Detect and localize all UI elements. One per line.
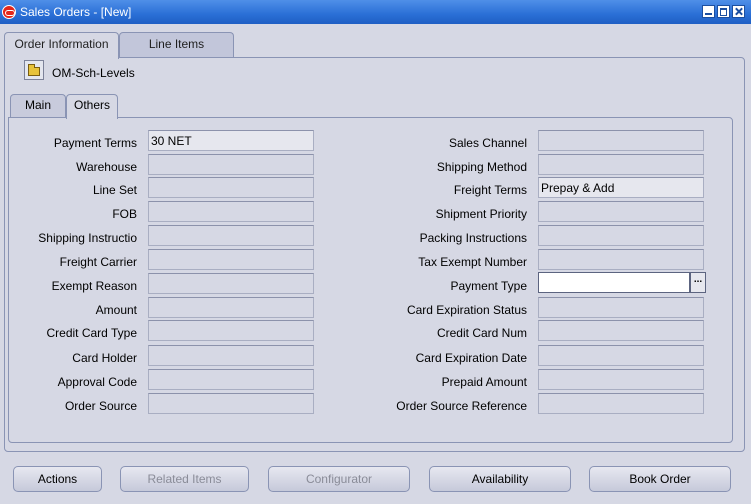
folder-icon: [28, 64, 40, 76]
card-holder-label: Card Holder: [72, 351, 137, 365]
fob-field[interactable]: [148, 201, 314, 222]
fob-label: FOB: [112, 207, 137, 221]
credit-card-num-label: Credit Card Num: [436, 326, 527, 340]
amount-label: Amount: [95, 303, 137, 317]
order-source-reference-label: Order Source Reference: [396, 399, 527, 413]
approval-code-label: Approval Code: [57, 375, 137, 389]
folder-name: OM-Sch-Levels: [52, 66, 135, 80]
shipping-instructions-field[interactable]: [148, 225, 314, 246]
maximize-icon[interactable]: [717, 5, 730, 18]
tax-exempt-number-field[interactable]: [538, 249, 704, 270]
shipment-priority-label: Shipment Priority: [435, 207, 527, 221]
related-items-button[interactable]: Related Items: [120, 466, 249, 492]
packing-instructions-field[interactable]: [538, 225, 704, 246]
order-source-reference-field[interactable]: [538, 393, 704, 414]
exempt-reason-label: Exempt Reason: [51, 279, 137, 293]
freight-terms-label: Freight Terms: [453, 183, 527, 197]
payment-type-label: Payment Type: [450, 279, 528, 293]
minimize-icon[interactable]: [702, 5, 715, 18]
tax-exempt-number-label: Tax Exempt Number: [418, 255, 527, 269]
order-source-label: Order Source: [64, 399, 137, 413]
credit-card-num-field[interactable]: [538, 320, 704, 341]
payment-terms-field[interactable]: 30 NET: [148, 130, 314, 151]
packing-instructions-label: Packing Instructions: [419, 231, 527, 245]
folder-open-button[interactable]: [24, 60, 44, 80]
shipping-method-field[interactable]: [538, 154, 704, 175]
card-expiration-status-label: Card Expiration Status: [406, 303, 527, 317]
close-icon[interactable]: [732, 5, 745, 18]
configurator-button[interactable]: Configurator: [268, 466, 410, 492]
amount-field[interactable]: [148, 297, 314, 318]
card-expiration-date-label: Card Expiration Date: [415, 351, 527, 365]
line-set-field[interactable]: [148, 177, 314, 198]
sales-channel-field[interactable]: [538, 130, 704, 151]
payment-type-field[interactable]: [538, 272, 690, 293]
tab-order-information[interactable]: Order Information: [4, 32, 119, 59]
oracle-logo-icon: [2, 5, 16, 19]
freight-terms-field[interactable]: Prepay & Add: [538, 177, 704, 198]
card-expiration-status-field[interactable]: [538, 297, 704, 318]
credit-card-type-field[interactable]: [148, 320, 314, 341]
availability-button[interactable]: Availability: [429, 466, 571, 492]
prepaid-amount-field[interactable]: [538, 369, 704, 390]
shipping-instructions-label: Shipping Instructio: [38, 231, 137, 245]
tab-line-items[interactable]: Line Items: [119, 32, 234, 57]
shipment-priority-field[interactable]: [538, 201, 704, 222]
line-set-label: Line Set: [92, 183, 137, 197]
shipping-method-label: Shipping Method: [436, 160, 527, 174]
sales-channel-label: Sales Channel: [448, 136, 527, 150]
payment-type-lov-button[interactable]: ...: [690, 272, 706, 293]
tab-others[interactable]: Others: [66, 94, 118, 119]
prepaid-amount-label: Prepaid Amount: [441, 375, 527, 389]
tab-main[interactable]: Main: [10, 94, 66, 117]
title-bar: Sales Orders - [New]: [0, 0, 751, 24]
credit-card-type-label: Credit Card Type: [46, 326, 138, 340]
payment-terms-label: Payment Terms: [53, 136, 137, 150]
freight-carrier-field[interactable]: [148, 249, 314, 270]
card-expiration-date-field[interactable]: [538, 345, 704, 366]
approval-code-field[interactable]: [148, 369, 314, 390]
exempt-reason-field[interactable]: [148, 273, 314, 294]
actions-button[interactable]: Actions: [13, 466, 102, 492]
book-order-button[interactable]: Book Order: [589, 466, 731, 492]
card-holder-field[interactable]: [148, 345, 314, 366]
freight-carrier-label: Freight Carrier: [59, 255, 137, 269]
warehouse-label: Warehouse: [76, 160, 137, 174]
window-title: Sales Orders - [New]: [20, 5, 132, 19]
order-source-field[interactable]: [148, 393, 314, 414]
warehouse-field[interactable]: [148, 154, 314, 175]
